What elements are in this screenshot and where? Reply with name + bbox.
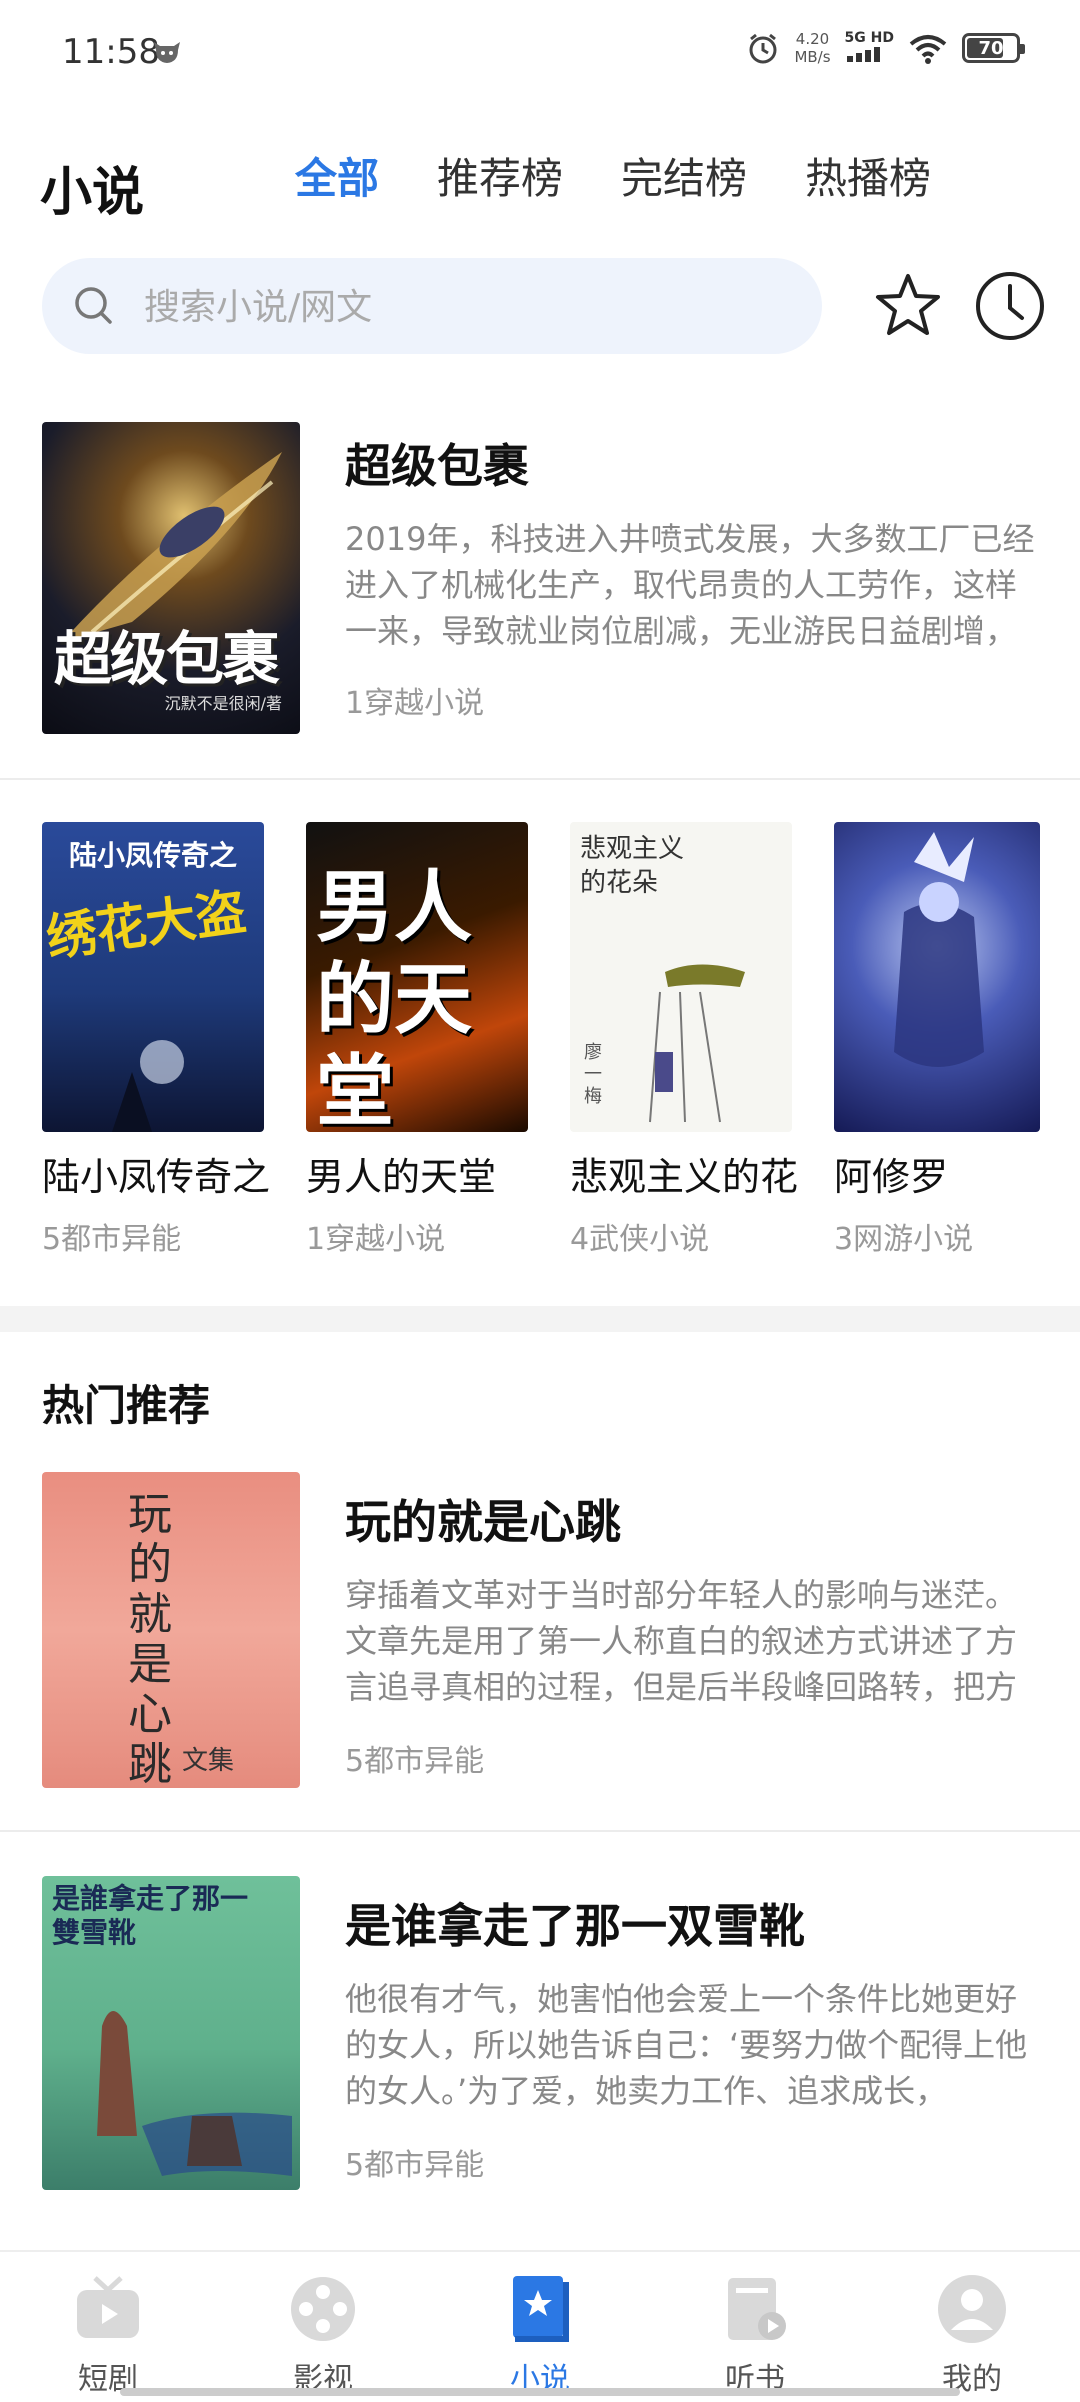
book-cover[interactable]: 玩的就是心跳 文集 — [42, 1472, 300, 1788]
speed-value: 4.20 — [795, 30, 830, 48]
alarm-icon — [749, 33, 777, 64]
cover-art-moon — [112, 1040, 184, 1132]
book-category: 5都市异能 — [345, 2148, 485, 2183]
bottom-nav: 短剧 影视 小说 听书 我的 — [0, 2250, 1080, 2402]
cover-title: 男人的天堂 — [316, 863, 473, 1132]
nav-item-short-drama[interactable]: 短剧 — [38, 2272, 178, 2398]
book-cover[interactable]: 超级包裹 沉默不是很闲/著 — [42, 422, 300, 734]
category-tabs: 全部 推荐榜 完结榜 热播榜 — [295, 145, 931, 206]
cell-signal: 5G HD — [845, 30, 894, 66]
status-bar: 11:58 4.20 MB/s 5G HD 70 — [0, 0, 1080, 110]
network-speed: 4.20 MB/s — [794, 30, 830, 66]
book-cover[interactable] — [834, 822, 1040, 1132]
book-category: 4武侠小说 — [570, 1222, 710, 1257]
book-category: 5都市异能 — [345, 1744, 485, 1779]
tab-recommended[interactable]: 推荐榜 — [437, 145, 563, 206]
cow-icon — [154, 42, 180, 63]
divider — [0, 1830, 1080, 1832]
audiobook-icon — [728, 2278, 786, 2340]
status-time: 11:58 — [62, 32, 160, 72]
book-category: 3网游小说 — [834, 1222, 974, 1257]
book-title[interactable]: 超级包裹 — [345, 430, 529, 496]
divider — [0, 778, 1080, 780]
header: 小说 全部 推荐榜 完结榜 热播榜 — [0, 120, 1080, 230]
book-cover[interactable]: 悲观主义的花朵 廖一梅 — [570, 822, 792, 1132]
book-title[interactable]: 玩的就是心跳 — [345, 1486, 621, 1552]
book-description: 穿插着文革对于当时部分年轻人的影响与迷茫。文章先是用了第一人称直白的叙述方式讲述… — [345, 1576, 1018, 1706]
star-icon[interactable] — [870, 268, 946, 344]
tab-trending[interactable]: 热播榜 — [805, 145, 931, 206]
signal-bars-icon — [846, 47, 880, 62]
nav-item-novel[interactable]: 小说 — [470, 2272, 610, 2398]
cover-title: 超级包裹 — [54, 625, 280, 693]
search-icon — [75, 287, 112, 324]
cover-art-figure — [649, 964, 745, 1123]
battery-level: 70 — [978, 38, 1004, 59]
book-title[interactable]: 是谁拿走了那一双雪靴 — [345, 1890, 805, 1956]
history-clock-icon[interactable] — [972, 268, 1048, 344]
book-description: 2019年，科技进入井喷式发展，大多数工厂已经进入了机械化生产，取代昂贵的人工劳… — [345, 520, 1035, 650]
nav-item-video[interactable]: 影视 — [253, 2272, 393, 2398]
book-cover[interactable]: 陆小凤传奇之 绣花大盗 — [42, 822, 264, 1132]
film-reel-icon — [291, 2277, 355, 2341]
home-indicator — [120, 2388, 960, 2396]
search-input[interactable] — [142, 280, 796, 334]
book-description: 他很有才气，她害怕他会爱上一个条件比她更好的女人，所以她告诉自己：‘要努力做个配… — [345, 1980, 1028, 2110]
cover-author: 沉默不是很闲/著 — [164, 694, 282, 713]
tv-icon — [77, 2276, 139, 2338]
search-bar[interactable] — [42, 258, 822, 354]
profile-icon — [938, 2275, 1006, 2343]
book-title[interactable]: 悲观主义的花 — [570, 1146, 798, 1201]
book-title[interactable]: 男人的天堂 — [306, 1146, 534, 1201]
network-type: 5G HD — [844, 30, 894, 46]
book-icon — [513, 2276, 569, 2342]
speed-unit: MB/s — [794, 48, 831, 66]
section-separator — [0, 1306, 1080, 1332]
nav-item-audiobook[interactable]: 听书 — [685, 2272, 825, 2398]
cover-subtitle: 文集 — [182, 1746, 235, 1776]
tab-completed[interactable]: 完结榜 — [621, 145, 747, 206]
page-title: 小说 — [40, 163, 145, 223]
cover-title: 玩的就是心跳 — [128, 1489, 172, 1789]
book-category: 5都市异能 — [42, 1222, 182, 1257]
book-category: 1穿越小说 — [345, 686, 485, 721]
section-title: 热门推荐 — [42, 1381, 211, 1430]
book-cover[interactable]: 男人的天堂 — [306, 822, 528, 1132]
wifi-icon — [909, 35, 947, 64]
book-category: 1穿越小说 — [306, 1222, 446, 1257]
cover-art-warrior — [894, 832, 984, 1067]
cover-art-boots — [97, 2011, 292, 2176]
book-title[interactable]: 陆小凤传奇之 — [42, 1146, 270, 1201]
nav-item-profile[interactable]: 我的 — [902, 2272, 1042, 2398]
book-cover[interactable]: 是誰拿走了那一雙雪靴 — [42, 1876, 300, 2190]
battery-indicator: 70 — [962, 33, 1025, 63]
tab-all[interactable]: 全部 — [295, 145, 379, 206]
book-title[interactable]: 阿修罗 — [834, 1146, 1062, 1201]
